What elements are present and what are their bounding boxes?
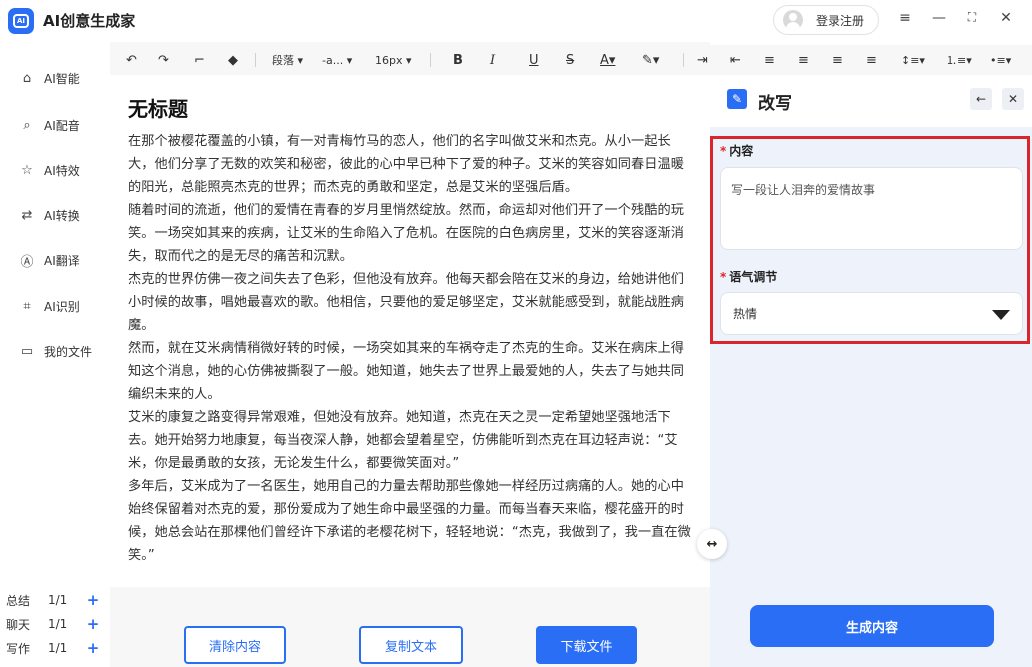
paragraph: 在那个被樱花覆盖的小镇，有一对青梅竹马的恋人，他们的名字叫做艾米和杰克。从小一起… [128, 134, 684, 195]
outdent-icon[interactable]: ⇤ [730, 51, 741, 69]
resize-handle-icon[interactable]: ↔ [697, 529, 727, 559]
justify-icon[interactable]: ≡ [866, 51, 877, 69]
app-logo-icon: AI [8, 8, 34, 34]
add-chat-icon[interactable]: + [86, 617, 100, 632]
counter-writing: 写作 1/1 + [6, 639, 99, 657]
sidebar-item-ai-effects[interactable]: ☆ AI特效 [18, 159, 80, 181]
tone-select[interactable]: 热情 [720, 292, 1023, 335]
sidebar-item-ai-recognize[interactable]: ⌗ AI识别 [18, 295, 80, 317]
clear-content-button[interactable]: 清除内容 [184, 626, 286, 664]
font-size-select[interactable]: 16px ▾ [375, 51, 412, 69]
undo-icon[interactable]: ↶ [126, 51, 137, 69]
content-textarea[interactable]: 写一段让人泪奔的爱情故事 [720, 167, 1023, 250]
convert-icon: ⇄ [21, 207, 33, 223]
format-painter-icon[interactable]: ⌐ [194, 51, 205, 69]
line-height-icon[interactable]: ↕≡▾ [901, 51, 925, 69]
maximize-icon[interactable]: ⛶ [962, 10, 982, 25]
sidebar-item-ai-translate[interactable]: Ⓐ AI翻译 [18, 249, 80, 271]
avatar-icon [783, 10, 803, 30]
sidebar-item-ai-voice[interactable]: ⌕ AI配音 [18, 114, 80, 136]
copy-text-button[interactable]: 复制文本 [359, 626, 463, 664]
sidebar-item-label: AI转换 [44, 208, 80, 223]
align-left-icon[interactable]: ≡ [764, 51, 775, 69]
scan-icon: ⌗ [23, 298, 31, 314]
toolbar-divider [430, 53, 431, 67]
bullet-list-icon[interactable]: •≡▾ [990, 51, 1011, 69]
robot-icon: ⌂ [22, 70, 32, 86]
align-right-icon[interactable]: ≡ [832, 51, 843, 69]
counter-chat: 聊天 1/1 + [6, 615, 99, 633]
counter-value: 1/1 [48, 617, 68, 631]
eraser-icon[interactable]: ◆ [228, 51, 238, 69]
sidebar-item-ai-convert[interactable]: ⇄ AI转换 [18, 204, 80, 226]
highlight-color-icon[interactable]: ✎▾ [642, 51, 659, 69]
sidebar-item-my-files[interactable]: ▭ 我的文件 [18, 340, 92, 362]
document-editor[interactable]: 无标题 在那个被樱花覆盖的小镇，有一对青梅竹马的恋人，他们的名字叫做艾米和杰克。… [110, 75, 710, 587]
sidebar-item-label: AI识别 [44, 299, 80, 314]
font-family-select[interactable]: -a... ▾ [322, 51, 352, 69]
bold-icon[interactable]: B [453, 51, 463, 69]
paragraph: 杰克的世界仿佛一夜之间失去了色彩，但他没有放弃。他每天都会陪在艾米的身边，给她讲… [128, 272, 684, 333]
paragraph: 随着时间的流逝，他们的爱情在青春的岁月里悄然绽放。然而，命运却对他们开了一个残酷… [128, 203, 684, 264]
content-field-label: * 内容 [720, 144, 754, 158]
login-register-button[interactable]: 登录注册 [773, 5, 879, 35]
sidebar-item-label: AI智能 [44, 71, 80, 86]
close-window-icon[interactable]: ✕ [996, 10, 1016, 26]
sidebar-item-ai-smart[interactable]: ⌂ AI智能 [18, 67, 80, 89]
title-bar: AI AI创意生成家 登录注册 ≡ — ⛶ ✕ [0, 0, 1032, 42]
translate-icon: Ⓐ [20, 254, 34, 270]
folder-icon: ▭ [20, 343, 34, 359]
rewrite-icon: ✎ [727, 89, 747, 109]
font-color-icon[interactable]: A▾ [600, 51, 615, 69]
toolbar-divider [683, 53, 684, 67]
italic-icon[interactable]: I [490, 51, 495, 69]
star-icon: ☆ [21, 162, 33, 178]
tone-select-value: 热情 [733, 307, 758, 321]
document-title[interactable]: 无标题 [128, 93, 188, 122]
login-register-label: 登录注册 [816, 13, 865, 28]
counter-label: 写作 [6, 641, 31, 656]
counter-label: 总结 [6, 593, 31, 608]
close-panel-icon[interactable]: ✕ [1002, 88, 1024, 110]
back-arrow-icon[interactable]: ← [970, 88, 992, 110]
menu-icon[interactable]: ≡ [895, 10, 915, 26]
paragraph: 然而，就在艾米病情稍微好转的时候，一场突如其来的车祸夺走了杰克的生命。艾米在病床… [128, 341, 684, 402]
sidebar-item-label: AI翻译 [44, 253, 80, 268]
align-center-icon[interactable]: ≡ [798, 51, 809, 69]
download-file-button[interactable]: 下载文件 [536, 626, 637, 664]
counter-summary: 总结 1/1 + [6, 591, 99, 609]
tone-field-label: * 语气调节 [720, 270, 778, 284]
add-summary-icon[interactable]: + [86, 593, 100, 608]
counter-label: 聊天 [6, 617, 31, 632]
app-title: AI创意生成家 [43, 12, 136, 30]
add-writing-icon[interactable]: + [86, 641, 100, 656]
indent-icon[interactable]: ⇥ [697, 51, 708, 69]
redo-icon[interactable]: ↷ [158, 51, 169, 69]
counter-value: 1/1 [48, 641, 68, 655]
paragraph: 艾米的康复之路变得异常艰难，但她没有放弃。她知道，杰克在天之灵一定希望她坚强地活… [128, 410, 678, 471]
sidebar-item-label: AI特效 [44, 163, 80, 178]
strikethrough-icon[interactable]: S [566, 51, 574, 69]
ordered-list-icon[interactable]: ⒈≡▾ [946, 51, 972, 69]
counter-value: 1/1 [48, 593, 68, 607]
sidebar-item-label: 我的文件 [44, 344, 93, 359]
editor-toolbar: ↶ ↷ ⌐ ◆ 段落 ▾ -a... ▾ 16px ▾ B I U S A▾ ✎… [110, 45, 1032, 75]
microphone-icon: ⌕ [23, 117, 31, 133]
minimize-icon[interactable]: — [929, 10, 949, 26]
sidebar-item-label: AI配音 [44, 118, 80, 133]
required-mark: * [720, 270, 727, 284]
required-mark: * [720, 144, 727, 158]
panel-title: 改写 [758, 94, 792, 114]
caret-down-icon [992, 310, 1010, 320]
paragraph: 多年后，艾米成为了一名医生，她用自己的力量去帮助那些像她一样经历过病痛的人。她的… [128, 479, 691, 563]
underline-icon[interactable]: U [529, 51, 539, 69]
document-body[interactable]: 在那个被樱花覆盖的小镇，有一对青梅竹马的恋人，他们的名字叫做艾米和杰克。从小一起… [128, 130, 694, 567]
generate-content-button[interactable]: 生成内容 [750, 605, 994, 647]
sidebar: ⌂ AI智能 ⌕ AI配音 ☆ AI特效 ⇄ AI转换 Ⓐ AI翻译 ⌗ AI识… [0, 42, 110, 667]
paragraph-select[interactable]: 段落 ▾ [272, 51, 303, 69]
toolbar-divider [255, 53, 256, 67]
